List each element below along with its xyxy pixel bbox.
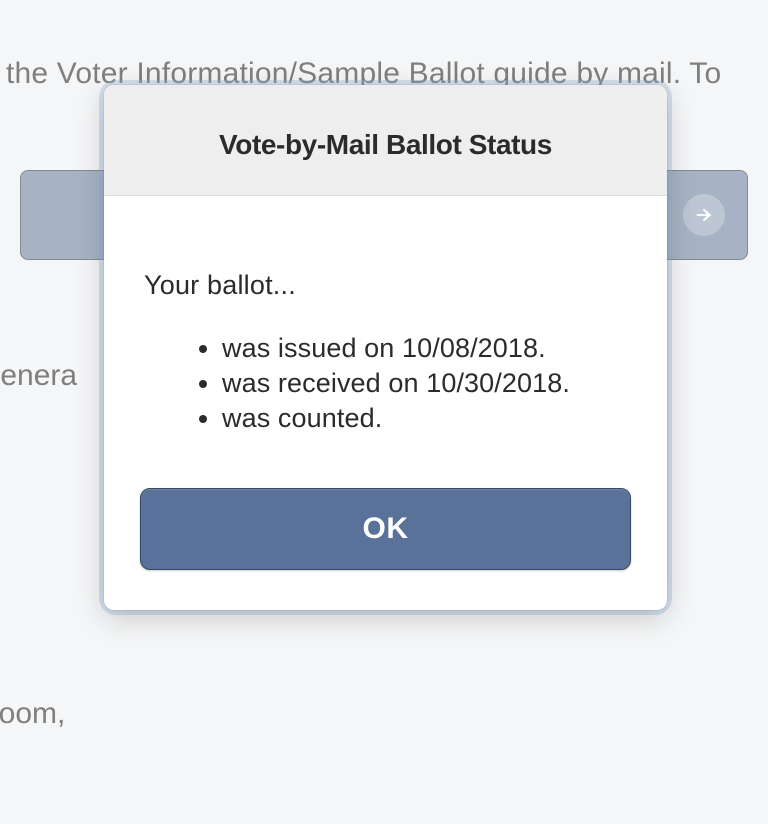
arrow-right-icon	[683, 194, 725, 236]
modal-title: Vote-by-Mail Ballot Status	[124, 129, 647, 161]
modal-footer: OK	[104, 488, 667, 610]
ok-button[interactable]: OK	[140, 488, 631, 570]
list-item: was received on 10/30/2018.	[222, 366, 627, 401]
bg-label-room: Room,	[0, 692, 65, 736]
bg-label-general: Genera	[0, 354, 77, 398]
modal-intro-text: Your ballot...	[144, 270, 627, 301]
modal-dialog: Vote-by-Mail Ballot Status Your ballot..…	[104, 85, 667, 610]
list-item: was counted.	[222, 401, 627, 436]
modal-body: Your ballot... was issued on 10/08/2018.…	[104, 196, 667, 488]
list-item: was issued on 10/08/2018.	[222, 331, 627, 366]
modal-header: Vote-by-Mail Ballot Status	[104, 85, 667, 196]
ballot-status-list: was issued on 10/08/2018. was received o…	[144, 331, 627, 436]
